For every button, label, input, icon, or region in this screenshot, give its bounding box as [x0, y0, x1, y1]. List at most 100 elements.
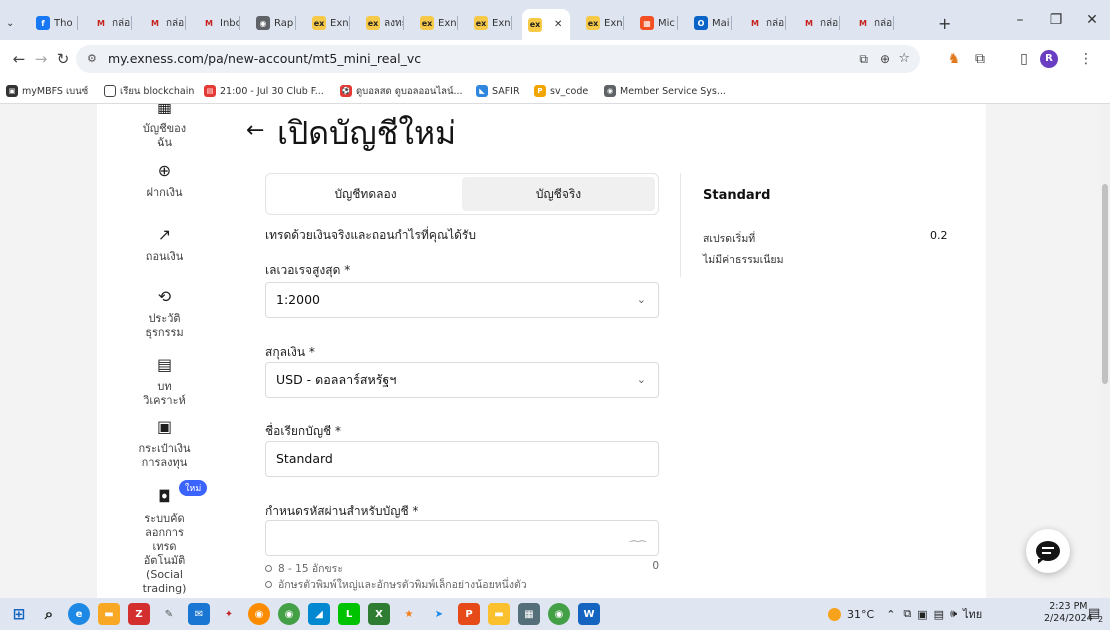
browser-tab[interactable]: M กล่อ: [796, 9, 840, 37]
windows-start-icon[interactable]: ⊞: [8, 603, 30, 625]
sidebar-item[interactable]: ⟲ ประวัติธุรกรรม: [97, 286, 232, 340]
nickname-input[interactable]: Standard: [265, 441, 659, 477]
back-arrow-icon[interactable]: ←: [246, 118, 264, 143]
filezilla-icon[interactable]: Z: [128, 603, 150, 625]
bookmark-item[interactable]: ◣ SAFIR: [476, 83, 520, 99]
close-tab-icon[interactable]: ✕: [554, 19, 562, 30]
password-input[interactable]: ⁔⁔: [265, 520, 659, 556]
browser-tab[interactable]: ex Exne: [580, 9, 624, 37]
bookmark-item[interactable]: ◉ Member Service Sys...: [604, 83, 726, 99]
browser-tab[interactable]: ex Exne: [414, 9, 458, 37]
tab-real-account[interactable]: บัญชีจริง: [462, 177, 655, 211]
exness-icon: ex: [528, 17, 542, 32]
bookmark-item[interactable]: ▤ 21:00 - Jul 30 Club F...: [204, 83, 324, 99]
browser-tab[interactable]: ex Exne: [468, 9, 512, 37]
chevron-down-icon: ⌄: [636, 373, 646, 386]
leverage-select[interactable]: 1:2000 ⌄: [265, 282, 659, 318]
language-indicator[interactable]: ไทย: [963, 605, 982, 623]
currency-label: สกุลเงิน *: [265, 345, 315, 359]
zoom-icon[interactable]: ⊕: [880, 45, 890, 73]
bookmark-item[interactable]: ▣ myMBFS เบนซ์: [6, 83, 88, 99]
minimize-icon[interactable]: –: [1002, 8, 1038, 32]
nickname-label: ชื่อเรียกบัญชี *: [265, 424, 341, 438]
browser-tab[interactable]: M กล่อ: [88, 9, 132, 37]
app-icon[interactable]: ▬: [488, 603, 510, 625]
word-icon[interactable]: W: [578, 603, 600, 625]
windows-taskbar: ⊞ ⌕ e ▬ Z ✎ ✉ ✦ ◉ ◉ ◢ L X ★ ➤ P ▬ ▦ ◉ W …: [0, 598, 1110, 630]
powerpoint-icon[interactable]: P: [458, 603, 480, 625]
chat-button[interactable]: [1026, 529, 1070, 573]
bookmark-item[interactable]: Psv_code: [534, 83, 588, 99]
browser-tab[interactable]: ▦ Mic: [634, 9, 678, 37]
install-app-icon[interactable]: ⧉: [859, 45, 868, 73]
chrome-profile-icon[interactable]: ◉: [548, 603, 570, 625]
browser-tab[interactable]: M กล่อ: [142, 9, 186, 37]
back-icon[interactable]: ←: [8, 48, 30, 70]
reload-icon[interactable]: ↻: [52, 48, 74, 70]
firefox-icon[interactable]: ◉: [248, 603, 270, 625]
close-window-icon[interactable]: ✕: [1074, 8, 1110, 32]
new-tab-button[interactable]: +: [938, 9, 958, 37]
browser-tab[interactable]: ◉ Rap: [250, 9, 296, 37]
site-settings-icon[interactable]: ⚙: [87, 45, 97, 73]
browser-tab[interactable]: f Tho: [30, 9, 78, 37]
sidebar-item-label: บัญชีของฉัน: [142, 122, 187, 149]
menu-kebab-icon[interactable]: ⋮: [1076, 49, 1096, 69]
search-icon[interactable]: ⌕: [38, 603, 60, 625]
browser-tab[interactable]: M กล่อ: [742, 9, 786, 37]
app-icon[interactable]: ◢: [308, 603, 330, 625]
sidebar-item[interactable]: ◘ ใหม่ ระบบคัดลอกการเทรดอัตโนมัติ (Social …: [97, 480, 232, 596]
chrome-icon[interactable]: ◉: [278, 603, 300, 625]
sidebar-item[interactable]: ▣ กระเป๋าเงินการลงทุน: [97, 416, 232, 470]
eye-hidden-icon[interactable]: ⁔⁔: [630, 521, 646, 555]
page-scrollbar[interactable]: [1100, 104, 1110, 598]
mail-icon[interactable]: ✉: [188, 603, 210, 625]
volume-icon[interactable]: 🕪: [950, 607, 957, 621]
sidebar-item[interactable]: ▦ บัญชีของฉัน: [97, 104, 232, 150]
app-icon[interactable]: ✎: [158, 603, 180, 625]
tab-demo-account[interactable]: บัญชีทดลอง: [269, 177, 462, 211]
metamask-icon[interactable]: ♞: [944, 49, 964, 69]
forward-icon[interactable]: →: [30, 48, 52, 70]
file-explorer-icon[interactable]: ▬: [98, 603, 120, 625]
app-icon[interactable]: ★: [398, 603, 420, 625]
tray-app-icon[interactable]: ▣: [917, 608, 927, 621]
network-icon[interactable]: ▤: [934, 608, 944, 621]
tray-chevron-icon[interactable]: ⌃: [886, 608, 895, 621]
browser-tab[interactable]: ex ✕: [522, 9, 570, 40]
bookmark-item[interactable]: ⚽ ดูบอลสด ดูบอลออนไลน์...: [340, 83, 463, 99]
line-icon[interactable]: L: [338, 603, 360, 625]
telegram-icon[interactable]: ➤: [428, 603, 450, 625]
football-icon: ⚽: [340, 85, 352, 97]
tab-search-button[interactable]: ⌄: [6, 9, 26, 37]
app-icon[interactable]: ✦: [218, 603, 240, 625]
browser-tab[interactable]: O Mai: [688, 9, 732, 37]
browser-tab[interactable]: ex Exne: [306, 9, 350, 37]
browser-tab[interactable]: M Inbc: [196, 9, 240, 37]
sidebar-item[interactable]: ↗ ถอนเงิน: [97, 224, 232, 264]
taskbar-clock[interactable]: 2:23 PM 2/24/2024: [1044, 601, 1093, 625]
deposit-icon: ⊕: [157, 161, 172, 180]
bookmark-item[interactable]: เรียน blockchain: [104, 83, 194, 99]
bookmark-label: เรียน blockchain: [120, 85, 195, 97]
browser-tab[interactable]: M กล่อ: [850, 9, 894, 37]
outlook-icon: O: [694, 16, 708, 30]
profile-avatar[interactable]: R: [1040, 50, 1058, 68]
scroll-thumb[interactable]: [1102, 184, 1108, 384]
side-panel-icon[interactable]: ▯: [1014, 49, 1034, 69]
sidebar-item[interactable]: ⊕ ฝากเงิน: [97, 160, 232, 200]
calculator-icon[interactable]: ▦: [518, 603, 540, 625]
tray-app-icon[interactable]: ⧉: [903, 607, 911, 621]
currency-value: USD - ดอลลาร์สหรัฐฯ: [276, 372, 397, 387]
browser-tab[interactable]: ex ลงทะ: [360, 9, 404, 37]
tab-label: กล่อ: [112, 17, 131, 29]
extensions-icon[interactable]: ⧉: [970, 49, 990, 69]
edge-icon[interactable]: e: [68, 603, 90, 625]
bookmark-star-icon[interactable]: ☆: [898, 45, 910, 73]
sidebar-item[interactable]: ▤ บทวิเคราะห์: [97, 354, 232, 408]
analytics-icon: ▤: [156, 355, 173, 374]
currency-select[interactable]: USD - ดอลลาร์สหรัฐฯ ⌄: [265, 362, 659, 398]
restore-icon[interactable]: ❐: [1038, 8, 1074, 32]
address-bar[interactable]: ⚙ my.exness.com/pa/new-account/mt5_mini_…: [76, 45, 920, 73]
excel-icon[interactable]: X: [368, 603, 390, 625]
